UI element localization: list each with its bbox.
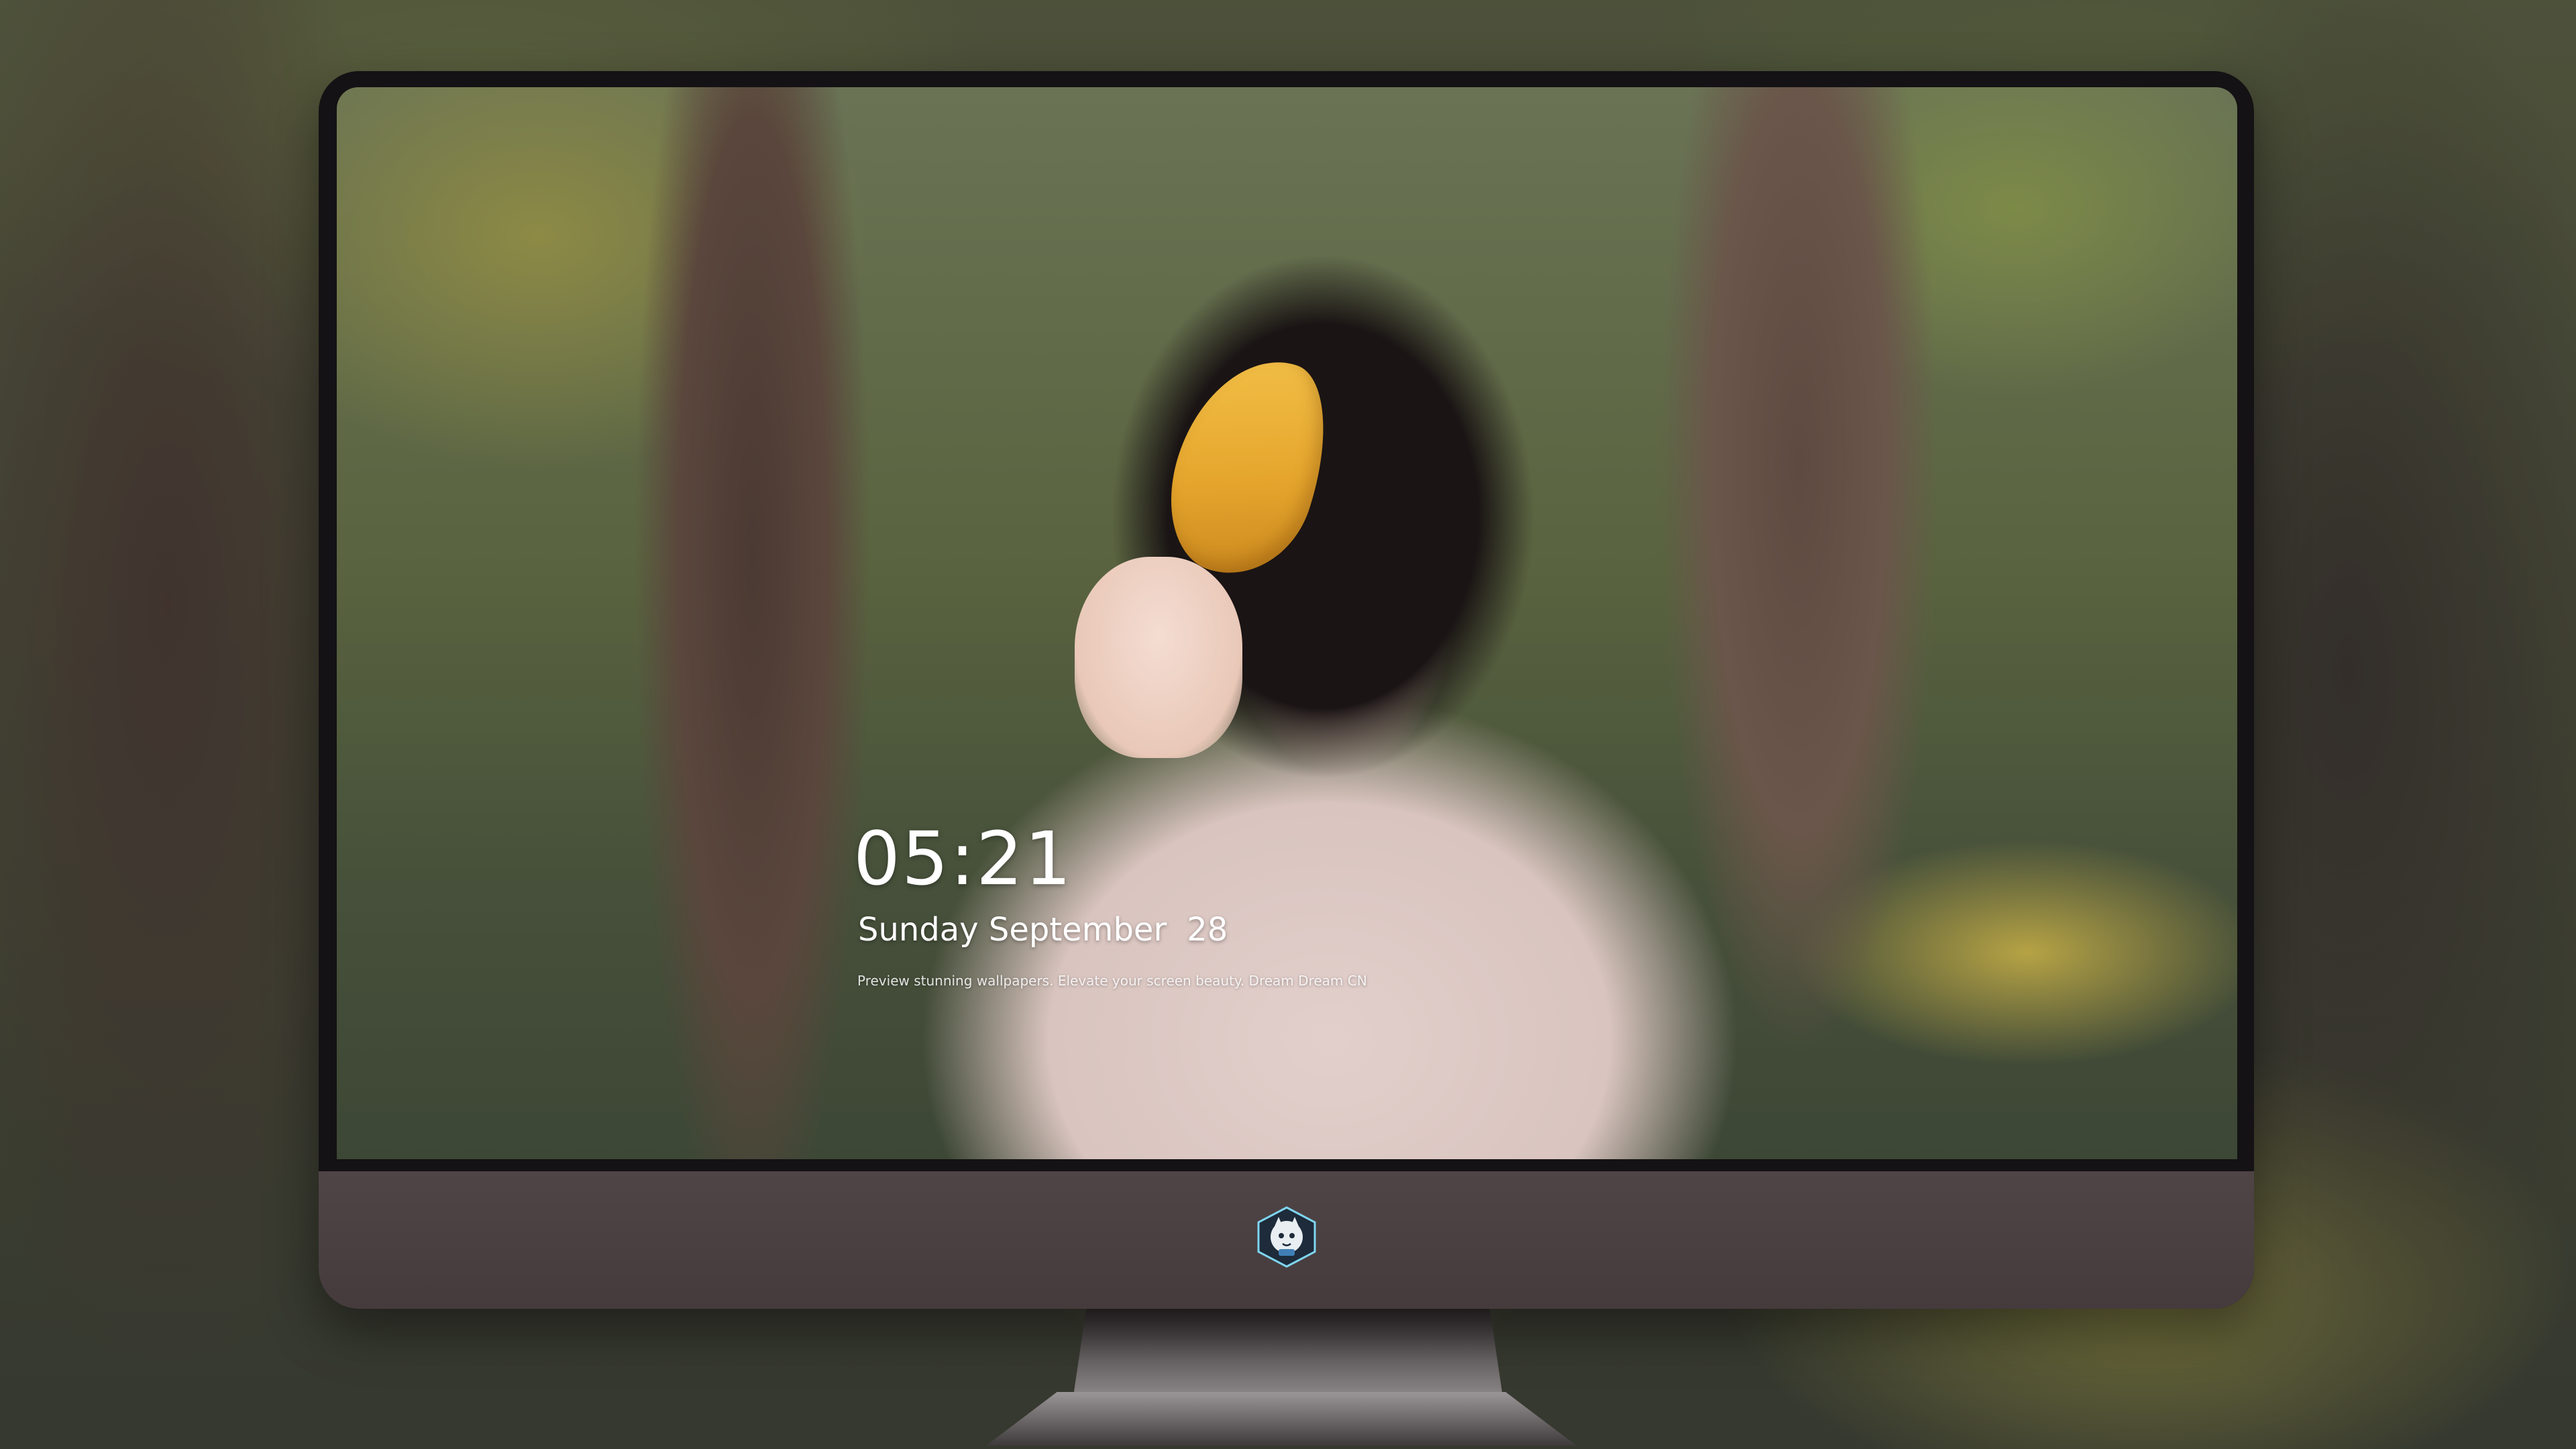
lock-screen-tagline: Preview stunning wallpapers. Elevate you… bbox=[857, 973, 1367, 989]
desktop-scene: 05:21 Sunday September 28 Preview stunnin… bbox=[0, 0, 2576, 1449]
lock-screen-date: Sunday September 28 bbox=[858, 910, 1228, 950]
wallpaper-hand bbox=[1075, 557, 1242, 758]
monitor-chin bbox=[319, 1171, 2254, 1309]
monitor-stand-base bbox=[986, 1392, 1576, 1446]
mascot-logo-icon bbox=[1256, 1206, 1318, 1268]
date-day-number: 28 bbox=[1187, 911, 1228, 949]
lock-screen-time: 05:21 bbox=[853, 816, 1073, 902]
wallpaper-leaf bbox=[1148, 339, 1350, 594]
date-day-month: Sunday September bbox=[858, 911, 1167, 949]
monitor-stand-neck bbox=[1073, 1309, 1503, 1396]
lock-screen: 05:21 Sunday September 28 Preview stunnin… bbox=[337, 87, 2237, 1159]
monitor: 05:21 Sunday September 28 Preview stunnin… bbox=[319, 71, 2254, 1309]
